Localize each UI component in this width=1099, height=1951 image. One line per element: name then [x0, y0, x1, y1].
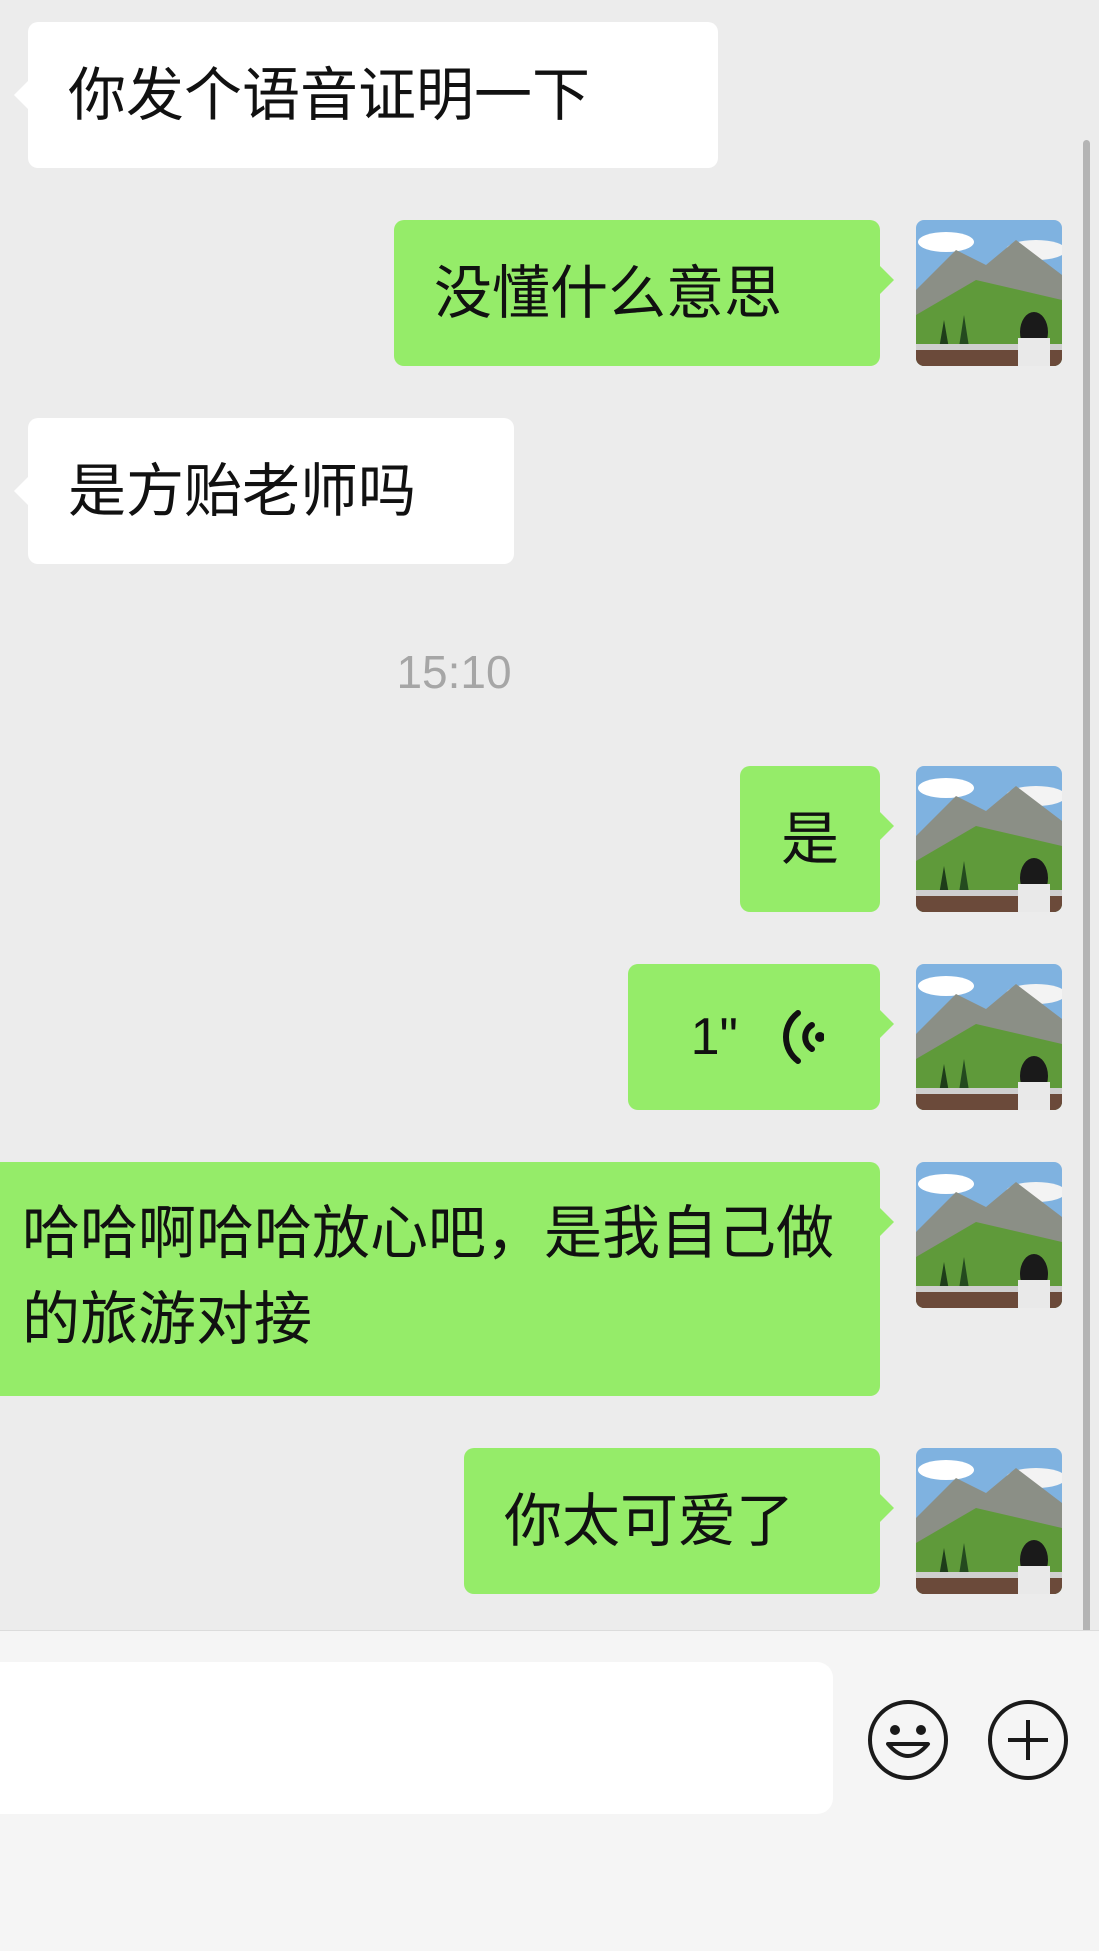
avatar-landscape-image: [916, 1448, 1062, 1594]
avatar-landscape-image: [916, 220, 1062, 366]
message-text: 没懂什么意思: [434, 259, 783, 327]
message-text: 你发个语音证明一下: [68, 61, 591, 129]
message-outgoing[interactable]: 没懂什么意思: [394, 220, 894, 366]
message-incoming[interactable]: 你发个语音证明一下: [14, 22, 718, 168]
avatar[interactable]: [916, 964, 1062, 1110]
message-text: 你太可爱了: [504, 1487, 795, 1555]
message-text: 哈哈啊哈哈放心吧，是我自己做的旅游对接: [22, 1199, 835, 1353]
message-text: 是: [780, 805, 839, 873]
avatar-landscape-image: [916, 1162, 1062, 1308]
message-outgoing[interactable]: 是: [740, 766, 894, 912]
emoji-button[interactable]: [868, 1700, 948, 1780]
avatar[interactable]: [916, 1448, 1062, 1594]
emoji-icon: [886, 1725, 930, 1758]
timestamp: 15:10: [396, 646, 512, 698]
plus-icon: [1008, 1720, 1048, 1760]
voice-duration: 1": [690, 1008, 738, 1066]
avatar-landscape-image: [916, 964, 1062, 1110]
scrollbar[interactable]: [1083, 140, 1090, 1640]
avatar-landscape-image: [916, 766, 1062, 912]
voice-wave-icon: [783, 1010, 824, 1064]
voice-message[interactable]: 1": [628, 964, 894, 1110]
avatar[interactable]: [916, 1162, 1062, 1308]
message-input[interactable]: [0, 1662, 833, 1814]
avatar[interactable]: [916, 766, 1062, 912]
message-outgoing[interactable]: 哈哈啊哈哈放心吧，是我自己做的旅游对接: [0, 1162, 894, 1396]
message-incoming[interactable]: 是方贻老师吗: [14, 418, 514, 564]
message-text: 是方贻老师吗: [68, 457, 417, 525]
message-outgoing[interactable]: 你太可爱了: [464, 1448, 894, 1594]
plus-button[interactable]: [988, 1700, 1068, 1780]
avatar[interactable]: [916, 220, 1062, 366]
